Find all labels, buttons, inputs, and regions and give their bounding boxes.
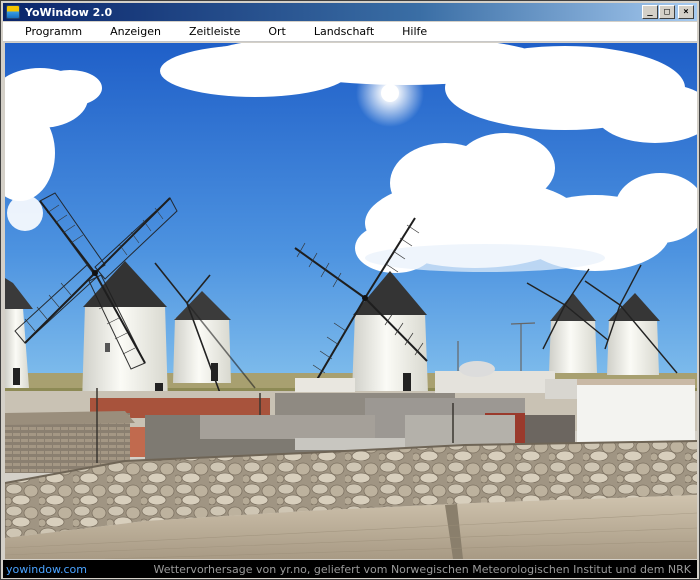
landscape-illustration <box>5 43 697 559</box>
title-bar[interactable]: YoWindow 2.0 _ □ × <box>3 3 697 21</box>
menu-ort[interactable]: Ort <box>258 25 296 38</box>
window-title: YoWindow 2.0 <box>25 5 113 19</box>
menu-landschaft[interactable]: Landschaft <box>304 25 384 38</box>
menu-anzeigen[interactable]: Anzeigen <box>100 25 171 38</box>
app-window: YoWindow 2.0 _ □ × Programm Anzeigen Zei… <box>0 0 700 580</box>
close-button[interactable]: × <box>678 5 694 19</box>
weather-scene[interactable] <box>5 43 697 559</box>
menu-zeitleiste[interactable]: Zeitleiste <box>179 25 250 38</box>
minimize-button[interactable]: _ <box>642 5 658 19</box>
menu-programm[interactable]: Programm <box>15 25 92 38</box>
forecast-credit: Wettervorhersage von yr.no, geliefert vo… <box>153 562 691 576</box>
menu-hilfe[interactable]: Hilfe <box>392 25 437 38</box>
maximize-button[interactable]: □ <box>659 5 675 19</box>
menu-bar: Programm Anzeigen Zeitleiste Ort Landsch… <box>3 22 697 42</box>
status-bar: yowindow.com Wettervorhersage von yr.no,… <box>3 560 697 578</box>
yowindow-app-icon[interactable] <box>6 5 20 19</box>
website-link[interactable]: yowindow.com <box>6 563 87 576</box>
window-controls: _ □ × <box>641 5 694 19</box>
